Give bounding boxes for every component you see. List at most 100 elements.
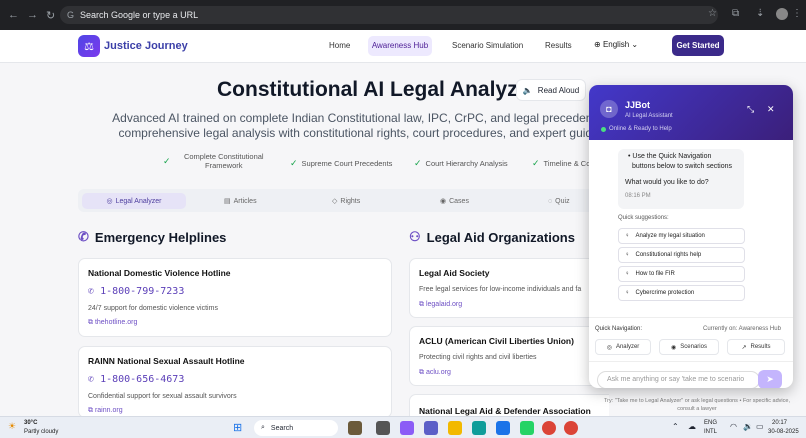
browser-toolbar: ← → ↻ G Search Google or type a URL ☆ ⧉ … xyxy=(0,0,806,30)
suggestion-chip[interactable]: ♀ Cybercrime protection xyxy=(618,285,745,301)
chrome-profile-icon[interactable] xyxy=(564,421,578,435)
brand-name[interactable]: Justice Journey xyxy=(104,40,188,52)
tab-label: Articles xyxy=(233,197,257,205)
clock-time[interactable]: 20:17 xyxy=(772,420,787,426)
get-started-button[interactable]: Get Started xyxy=(672,35,724,56)
users-icon: ⚇ xyxy=(409,229,421,244)
nav-home[interactable]: Home xyxy=(329,41,350,50)
legal-aid-card: Legal Aid Society Free legal services fo… xyxy=(409,258,609,318)
helpline-phone[interactable]: ✆ 1-800-799-7233 xyxy=(88,286,184,297)
nav-results[interactable]: Results xyxy=(545,41,572,50)
windows-start-icon[interactable]: ⊞ xyxy=(233,421,242,434)
whatsapp-icon[interactable] xyxy=(520,421,534,435)
nav-awareness-hub[interactable]: Awareness Hub xyxy=(368,36,432,56)
reload-icon[interactable]: ↻ xyxy=(46,9,55,22)
helpline-name: National Domestic Violence Hotline xyxy=(88,268,231,278)
file-explorer-icon[interactable] xyxy=(448,421,462,435)
tab-articles[interactable]: ▤ Articles xyxy=(224,193,257,209)
lightbulb-icon: ♀ xyxy=(625,290,630,296)
teams-icon[interactable] xyxy=(424,421,438,435)
onedrive-icon[interactable]: ☁ xyxy=(688,422,696,431)
lightbulb-icon: ♀ xyxy=(625,252,630,258)
extensions-icon[interactable]: ⧉ xyxy=(732,8,739,19)
tab-label: Legal Analyzer xyxy=(115,197,162,205)
helpline-link[interactable]: ⧉ rainn.org xyxy=(88,407,123,415)
volume-icon[interactable]: 🔉 xyxy=(743,422,753,431)
scales-icon: ⚖ xyxy=(78,35,100,57)
tab-quiz[interactable]: ◌ Quiz xyxy=(548,193,570,209)
menu-icon[interactable]: ⋮ xyxy=(792,8,802,19)
language-code[interactable]: ENG xyxy=(704,420,717,426)
back-icon[interactable]: ← xyxy=(8,9,19,21)
org-name: National Legal Aid & Defender Associatio… xyxy=(419,406,591,416)
forward-icon[interactable]: → xyxy=(27,9,38,21)
wifi-icon[interactable]: ◠ xyxy=(730,422,737,431)
task-view-icon[interactable] xyxy=(376,421,390,435)
bot-role: AI Legal Assistant xyxy=(625,113,673,119)
send-icon[interactable]: ➤ xyxy=(758,370,782,388)
suggestion-chip[interactable]: ♀ How to file FIR xyxy=(618,266,745,282)
tab-cases[interactable]: ◉ Cases xyxy=(440,193,469,209)
keyboard-layout[interactable]: INTL xyxy=(704,429,717,435)
read-aloud-button[interactable]: 🔈 Read Aloud xyxy=(516,79,586,101)
org-name: Legal Aid Society xyxy=(419,268,490,278)
chevron-up-icon[interactable]: ⌃ xyxy=(672,422,679,431)
trend-icon: ↗ xyxy=(741,344,747,351)
address-bar[interactable]: G Search Google or type a URL xyxy=(60,6,718,24)
chat-input[interactable]: Ask me anything or say 'take me to scena… xyxy=(597,371,760,388)
helpline-desc: 24/7 support for domestic violence victi… xyxy=(88,305,218,312)
clock-date[interactable]: 30-08-2025 xyxy=(768,429,799,435)
divider xyxy=(589,361,793,362)
chrome-icon[interactable] xyxy=(542,421,556,435)
tab-legal-analyzer[interactable]: ◎ Legal Analyzer xyxy=(82,193,186,209)
star-icon[interactable]: ☆ xyxy=(708,8,717,19)
edge-icon[interactable] xyxy=(472,421,486,435)
org-name: ACLU (American Civil Liberties Union) xyxy=(419,336,574,346)
quicknav-scenarios-button[interactable]: ◉ Scenarios xyxy=(659,339,719,355)
tab-rights[interactable]: ◇ Rights xyxy=(332,193,360,209)
quiz-icon: ◌ xyxy=(548,197,553,205)
app-header: ⚖ Justice Journey Home Awareness Hub Sce… xyxy=(0,30,806,63)
suggestion-text: Cybercrime protection xyxy=(635,290,695,296)
tab-label: Quiz xyxy=(555,197,570,205)
tab-label: Cases xyxy=(449,197,469,205)
app-icon[interactable] xyxy=(348,421,362,435)
helpline-link[interactable]: ⧉ thehotline.org xyxy=(88,319,137,327)
check-icon: ✓ xyxy=(532,158,540,168)
battery-icon[interactable]: ▭ xyxy=(756,422,764,431)
org-link[interactable]: ⧉ legalaid.org xyxy=(419,301,462,309)
org-desc: Free legal services for low-income indiv… xyxy=(419,286,582,293)
weather-desc[interactable]: Partly cloudy xyxy=(24,429,58,435)
language-select[interactable]: ⊕ English ⌄ xyxy=(594,40,638,49)
message-text: • Use the Quick Navigation xyxy=(628,153,712,160)
minimize-icon[interactable]: ⤡ xyxy=(747,104,754,115)
link-text: thehotline.org xyxy=(94,319,138,326)
profile-avatar[interactable] xyxy=(776,8,788,20)
downloads-icon[interactable]: ⇣ xyxy=(756,8,764,19)
suggestion-chip[interactable]: ♀ Analyze my legal situation xyxy=(618,228,745,244)
external-link-icon: ⧉ xyxy=(88,407,93,414)
suggestion-chip[interactable]: ♀ Constitutional rights help xyxy=(618,247,745,263)
close-icon[interactable]: ✕ xyxy=(767,104,775,115)
helpline-card: National Domestic Violence Hotline ✆ 1-8… xyxy=(78,258,392,337)
subtitle-line-2: comprehensive legal analysis with consti… xyxy=(118,126,622,140)
taskbar-search[interactable]: ⌕ Search xyxy=(254,420,338,436)
copilot-icon[interactable] xyxy=(400,421,414,435)
quicknav-analyzer-button[interactable]: ◎ Analyzer xyxy=(595,339,651,355)
feature-label: Complete Constitutional Framework xyxy=(183,152,264,170)
phone-icon: ✆ xyxy=(88,286,95,297)
message-text: What would you like to do? xyxy=(625,179,709,186)
org-link[interactable]: ⧉ aclu.org xyxy=(419,369,451,377)
taskbar: ☀ 30°C Partly cloudy ⊞ ⌕ Search ⌃ ☁ ENG I… xyxy=(0,416,806,438)
external-link-icon: ⧉ xyxy=(419,369,424,376)
weather-temp[interactable]: 30°C xyxy=(24,420,37,426)
globe-icon: ⊕ xyxy=(594,40,601,49)
quicknav-results-button[interactable]: ↗ Results xyxy=(727,339,785,355)
nav-scenario-simulation[interactable]: Scenario Simulation xyxy=(452,41,523,50)
feature-label: Supreme Court Precedents xyxy=(301,159,393,168)
helpline-phone[interactable]: ✆ 1-800-656-4673 xyxy=(88,374,184,385)
store-icon[interactable] xyxy=(496,421,510,435)
feature-item: ✓ Court Hierarchy Analysis xyxy=(414,158,508,169)
chatbot-header: ◘ JJBot AI Legal Assistant Online & Read… xyxy=(589,85,793,140)
chatbot-panel: ◘ JJBot AI Legal Assistant Online & Read… xyxy=(589,85,793,388)
